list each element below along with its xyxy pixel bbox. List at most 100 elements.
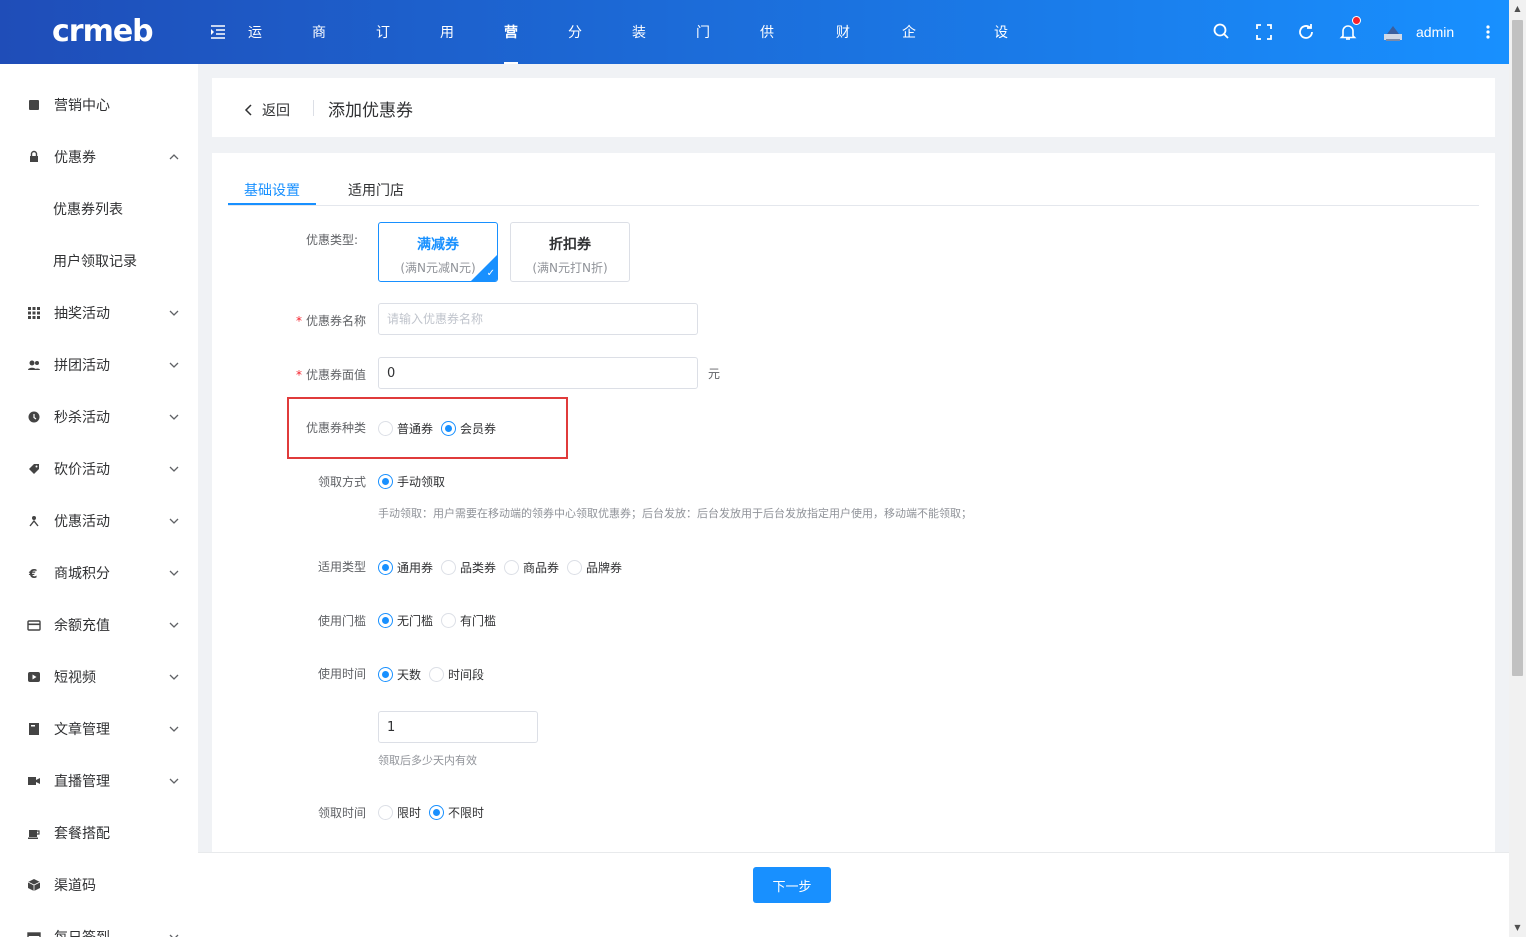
radio-label: 无门槛 [397, 613, 434, 628]
nav-item[interactable]: 供应商 [760, 0, 774, 173]
nav-item[interactable]: 营销 [504, 0, 518, 107]
sidebar-item[interactable]: 余额充值 [0, 599, 198, 651]
radio-circle [429, 666, 445, 682]
coupon-name-input[interactable] [378, 303, 698, 335]
menu-collapse-icon[interactable] [210, 24, 226, 40]
currency-unit: 元 [708, 367, 721, 381]
cup-icon [27, 826, 41, 840]
avatar[interactable] [1382, 22, 1404, 44]
applicable-type-label: 适用类型 [317, 560, 366, 574]
chevron-down-icon [168, 515, 180, 527]
type-card-discount[interactable]: 折扣券 (满N元打N折) [510, 222, 630, 282]
nav-item[interactable]: 用户 [440, 0, 454, 107]
receive-method-label: 领取方式 [317, 475, 366, 489]
chevron-down-icon [168, 411, 180, 423]
radio-option[interactable]: 品类券 [441, 559, 496, 576]
nav-item[interactable]: 门店 [696, 0, 710, 107]
radio-circle [378, 804, 393, 820]
nav-item[interactable]: 运营 [248, 0, 262, 107]
sidebar-item[interactable]: 每日签到 [0, 911, 198, 937]
radio-option[interactable]: 限时 [378, 804, 421, 821]
radio-option[interactable]: 不限时 [429, 804, 484, 821]
sidebar-item-label: 套餐搭配 [54, 826, 110, 842]
radio-circle [441, 559, 457, 575]
nav-item[interactable]: 财务 [836, 0, 850, 107]
marketing-icon [27, 98, 41, 112]
bell-icon[interactable] [1338, 22, 1358, 42]
radio-option[interactable]: 时间段 [429, 666, 484, 683]
radio-label: 品类券 [460, 560, 497, 575]
sidebar-item[interactable]: 渠道码 [0, 859, 198, 911]
chevron-left-icon [244, 104, 252, 116]
sidebar-item[interactable]: 优惠券 [0, 131, 198, 183]
sidebar-subitem[interactable]: 优惠券列表 [0, 183, 198, 235]
sidebar: 营销中心优惠券优惠券列表用户领取记录 抽奖活动拼团活动秒杀活动砍价活动优惠活动 € 商… [0, 64, 198, 937]
type-card-title: 折扣券 [549, 237, 591, 253]
nav-item[interactable]: 商品 [312, 0, 326, 107]
sidebar-item[interactable]: 秒杀活动 [0, 391, 198, 443]
chevron-down-icon [168, 567, 180, 579]
nav-item[interactable]: 企业微信 [902, 0, 916, 239]
tab-applicable-stores[interactable]: 适用门店 [348, 180, 404, 200]
sidebar-item[interactable]: 文章管理 [0, 703, 198, 755]
video-icon [27, 670, 41, 684]
receive-time-label: 领取时间 [317, 806, 366, 820]
radio-label: 有门槛 [460, 613, 497, 628]
next-step-button[interactable]: 下一步 [753, 867, 831, 903]
back-button[interactable]: 返回 [244, 100, 290, 120]
gift-icon [27, 514, 41, 528]
radio-label: 品牌券 [586, 560, 623, 575]
sidebar-item-label: 渠道码 [54, 878, 96, 894]
sidebar-item[interactable]: 砍价活动 [0, 443, 198, 495]
nav-item[interactable]: 设置 [994, 0, 1008, 107]
sidebar-subitem[interactable]: 用户领取记录 [0, 235, 198, 287]
sidebar-item-label: 优惠活动 [54, 514, 110, 530]
sidebar-item-label: 砍价活动 [54, 462, 110, 478]
radio-option[interactable]: 品牌券 [567, 559, 622, 576]
chevron-down-icon [168, 931, 180, 937]
radio-option[interactable]: 商品券 [504, 559, 559, 576]
radio-circle [567, 559, 583, 575]
radio-circle [378, 612, 393, 628]
highlight-box [287, 397, 568, 459]
more-vertical-icon[interactable] [1480, 22, 1496, 42]
sidebar-item-label: 营销中心 [54, 98, 110, 114]
nav-item[interactable]: 订单 [376, 0, 390, 107]
back-label: 返回 [262, 103, 290, 119]
sidebar-item[interactable]: 直播管理 [0, 755, 198, 807]
username[interactable]: admin [1416, 24, 1454, 40]
search-icon[interactable] [1212, 22, 1232, 42]
sidebar-item-label: 拼团活动 [54, 358, 110, 374]
sidebar-item-label: 优惠券列表 [53, 202, 123, 218]
sidebar-item[interactable]: 套餐搭配 [0, 807, 198, 859]
sidebar-item[interactable]: € 商城积分 [0, 547, 198, 599]
tag-icon [27, 462, 41, 476]
scrollbar-thumb[interactable] [1512, 20, 1523, 676]
top-header: crmeb 运营商品订单用户营销分销装修门店 供应商 财务 企业微信 设置 [0, 0, 1509, 239]
face-value-input[interactable] [378, 357, 698, 389]
scroll-down-arrow-icon[interactable]: ▼ [1512, 923, 1523, 933]
radio-option[interactable]: 天数 [378, 666, 421, 683]
fullscreen-icon[interactable] [1254, 22, 1274, 42]
nav-item[interactable]: 装修 [632, 0, 646, 107]
type-card-full-reduction[interactable]: 满减券 (满N元减N元) ✓ [378, 222, 498, 282]
radio-option[interactable]: 手动领取 [378, 473, 445, 490]
sidebar-item[interactable]: 营销中心 [0, 79, 198, 131]
sidebar-item[interactable]: 优惠活动 [0, 495, 198, 547]
scroll-up-arrow-icon[interactable]: ▲ [1512, 4, 1523, 14]
valid-days-input[interactable] [378, 711, 538, 743]
radio-circle [504, 559, 520, 575]
radio-option[interactable]: 有门槛 [441, 612, 496, 629]
applicable-type-radio-group: 通用券 品类券 商品券 品牌券 [378, 558, 630, 576]
nav-item[interactable]: 分销 [568, 0, 582, 107]
radio-option[interactable]: 通用券 [378, 559, 433, 576]
threshold-label: 使用门槛 [317, 614, 366, 628]
sidebar-item[interactable]: 拼团活动 [0, 339, 198, 391]
refresh-icon[interactable] [1296, 22, 1316, 42]
radio-option[interactable]: 无门槛 [378, 612, 433, 629]
tab-basic-settings[interactable]: 基础设置 [244, 180, 300, 200]
sidebar-item[interactable]: 短视频 [0, 651, 198, 703]
chevron-down-icon [168, 775, 180, 787]
sidebar-item[interactable]: 抽奖活动 [0, 287, 198, 339]
radio-label: 通用券 [397, 560, 434, 575]
